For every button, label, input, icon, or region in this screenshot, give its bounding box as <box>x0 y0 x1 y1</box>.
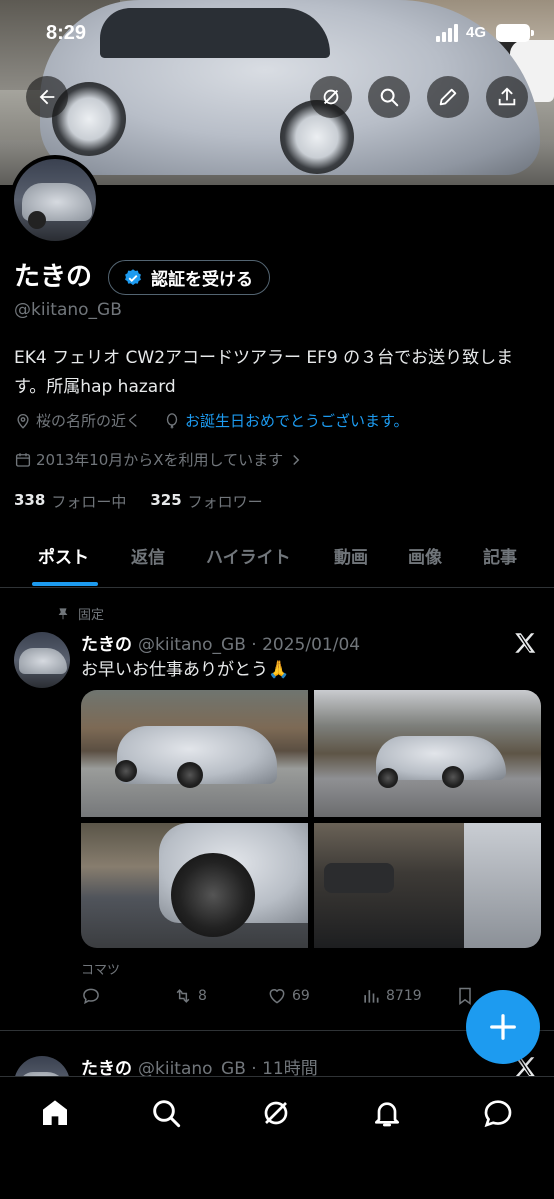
pinned-indicator: 固定 <box>56 604 104 623</box>
views-button[interactable]: 8719 <box>361 986 422 1006</box>
joined-date: 2013年10月からXを利用しています <box>36 451 284 469</box>
tab-highlights[interactable]: ハイライト <box>206 543 291 568</box>
search-icon <box>153 1100 181 1128</box>
followers-label[interactable]: フォロワー <box>188 491 263 512</box>
grok-icon <box>264 1101 288 1125</box>
messages-icon <box>484 1100 512 1128</box>
grok-button[interactable] <box>310 76 352 118</box>
pencil-icon <box>439 88 457 106</box>
avatar-wheel <box>28 211 46 229</box>
bottom-nav <box>0 1076 554 1199</box>
media-caption: コマツ <box>81 963 121 978</box>
retweet-icon <box>176 989 190 1003</box>
tab-videos[interactable]: 動画 <box>334 543 368 568</box>
tab-media[interactable]: 画像 <box>408 543 442 568</box>
nav-notifications[interactable] <box>369 1095 405 1131</box>
post-actions: 8 69 8719 <box>81 986 481 1012</box>
reply-button[interactable] <box>81 986 101 1006</box>
profile-location: 桜の名所の近く <box>36 412 142 430</box>
post-media-grid <box>81 690 541 948</box>
profile-name: たきの <box>14 262 93 292</box>
retweet-button[interactable]: 8 <box>173 986 207 1006</box>
post-text: お早いお仕事ありがとう🙏 <box>81 660 290 680</box>
post-author[interactable]: たきの <box>81 630 132 655</box>
bookmark-button[interactable] <box>455 986 475 1006</box>
verified-badge-icon <box>125 268 141 285</box>
followers-count[interactable]: 325 <box>150 491 181 512</box>
media-image-3[interactable] <box>81 823 308 948</box>
search-button[interactable] <box>368 76 410 118</box>
balloon-icon <box>166 412 178 428</box>
media-dashboard <box>324 863 394 893</box>
active-tab-indicator <box>32 582 98 586</box>
nav-home[interactable] <box>37 1095 73 1131</box>
media-image-4[interactable] <box>314 823 541 948</box>
like-button[interactable]: 69 <box>267 986 310 1006</box>
profile-tabs: ポスト 返信 ハイライト 動画 画像 記事 <box>0 530 554 588</box>
profile-bio: EK4 フェリオ CW2アコードツアラー EF9 の３台でお送り致します。所属h… <box>14 348 514 397</box>
like-count: 69 <box>292 988 310 1004</box>
get-verified-label: 認証を受ける <box>151 270 253 290</box>
views-icon <box>364 990 379 1003</box>
compose-button[interactable] <box>466 990 540 1064</box>
joined-row[interactable]: 2013年10月からXを利用しています <box>14 449 305 470</box>
plus-icon <box>490 1014 516 1040</box>
status-bar: 8:29 4G <box>0 0 554 70</box>
x-logo-icon <box>515 633 536 653</box>
views-count: 8719 <box>386 988 422 1004</box>
share-icon <box>498 87 516 106</box>
follow-counts: 338 フォロー中 325 フォロワー <box>14 491 263 512</box>
network-type: 4G <box>466 24 487 41</box>
back-button[interactable] <box>26 76 68 118</box>
media-wheel <box>171 853 255 937</box>
status-time: 8:29 <box>46 22 87 44</box>
tab-posts[interactable]: ポスト <box>38 543 89 568</box>
tab-replies[interactable]: 返信 <box>131 543 165 568</box>
pin-icon <box>58 607 68 619</box>
location-pin-icon <box>17 413 29 429</box>
share-button[interactable] <box>486 76 528 118</box>
nav-grok[interactable] <box>258 1095 294 1131</box>
profile-avatar[interactable] <box>10 155 100 245</box>
media-wheel <box>177 762 203 788</box>
signal-icon <box>436 24 462 42</box>
pinned-label: 固定 <box>78 608 105 623</box>
home-icon <box>43 1100 67 1125</box>
birthday-link[interactable]: お誕生日おめでとうございます。 <box>185 410 409 431</box>
media-image-1[interactable] <box>81 690 308 817</box>
media-wheel <box>115 760 137 782</box>
grok-icon <box>323 89 339 105</box>
retweet-count: 8 <box>198 988 207 1004</box>
search-icon <box>380 88 399 107</box>
following-count[interactable]: 338 <box>14 491 45 512</box>
tab-articles[interactable]: 記事 <box>483 543 517 568</box>
media-wheel <box>442 766 464 788</box>
get-verified-button[interactable]: 認証を受ける <box>108 260 270 295</box>
profile-handle: @kiitano_GB <box>14 300 122 320</box>
post-header: たきの @kiitano_GB · 2025/01/04 <box>81 630 360 655</box>
media-image-2[interactable] <box>314 690 541 817</box>
post-meta: @kiitano_GB · 2025/01/04 <box>138 635 361 655</box>
profile-meta-row: 桜の名所の近く お誕生日おめでとうございます。 <box>14 410 409 431</box>
reply-icon <box>83 988 99 1005</box>
battery-icon <box>496 24 534 42</box>
bookmark-icon <box>459 987 471 1005</box>
media-wheel <box>378 768 398 788</box>
following-label[interactable]: フォロー中 <box>51 491 126 512</box>
chevron-right-icon <box>293 454 300 465</box>
avatar-image <box>14 159 96 241</box>
post-avatar[interactable] <box>14 632 70 688</box>
post-avatar-car <box>19 648 67 674</box>
nav-explore[interactable] <box>148 1095 184 1131</box>
media-door <box>464 823 541 948</box>
heart-icon <box>269 989 285 1004</box>
bell-icon <box>375 1102 399 1127</box>
calendar-icon <box>15 452 31 467</box>
edit-button[interactable] <box>427 76 469 118</box>
nav-messages[interactable] <box>480 1095 516 1131</box>
arrow-left-icon <box>39 89 55 105</box>
